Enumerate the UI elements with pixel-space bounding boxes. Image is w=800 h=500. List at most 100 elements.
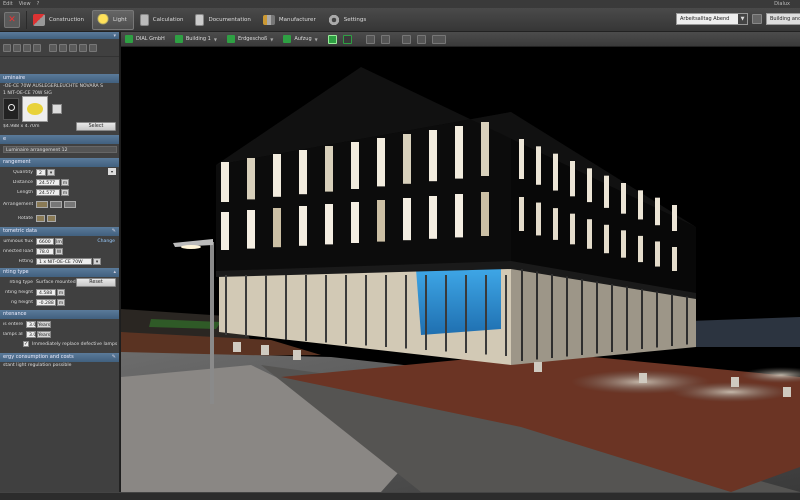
- breadcrumb-room[interactable]: Aufzug ▼: [283, 35, 318, 43]
- tab-documentation[interactable]: Documentation: [191, 10, 256, 30]
- section-arrangement[interactable]: rangement: [0, 158, 119, 167]
- wand-icon[interactable]: [49, 43, 57, 52]
- view-3d-icon[interactable]: [327, 34, 337, 44]
- mullion: [325, 275, 327, 343]
- light-scene-select[interactable]: Arbeitsalltag Abend ▼: [676, 13, 748, 25]
- building-and-button[interactable]: Building and: [766, 13, 800, 25]
- section-name[interactable]: e: [0, 135, 119, 144]
- pan-icon[interactable]: [401, 34, 411, 44]
- section-mounting[interactable]: nting type ▴: [0, 268, 119, 277]
- tab-calculation[interactable]: Calculation: [136, 10, 190, 30]
- menu-item-help[interactable]: ?: [37, 1, 40, 7]
- mullion: [485, 275, 487, 355]
- window: [536, 146, 541, 185]
- tab-settings[interactable]: Settings: [324, 10, 373, 30]
- chevron-down-icon[interactable]: ▼: [270, 37, 273, 42]
- quantity-stepper[interactable]: ▾: [47, 168, 55, 176]
- chevron-down-icon[interactable]: ▾: [93, 257, 101, 265]
- mount-height-label: nting height: [5, 289, 33, 295]
- breadcrumb-floor[interactable]: Erdgeschoß ▼: [226, 35, 273, 43]
- lamps-input[interactable]: 3.0: [26, 330, 36, 338]
- bollard: [731, 377, 739, 387]
- length-input[interactable]: 24.577: [36, 188, 60, 196]
- pin-icon[interactable]: ▴: [113, 269, 116, 275]
- chevron-down-icon[interactable]: ▼: [214, 37, 217, 42]
- pin-icon[interactable]: ✎: [112, 354, 116, 360]
- window: [621, 183, 626, 214]
- luminaire-preview-row: [0, 96, 119, 122]
- arrangement-option-1[interactable]: [36, 200, 48, 208]
- chevron-down-icon[interactable]: ▼: [738, 14, 747, 24]
- arrange-field-icon[interactable]: [69, 43, 77, 52]
- grid-icon[interactable]: [13, 43, 21, 52]
- rotate-option-1[interactable]: [36, 214, 45, 222]
- interval-input[interactable]: 3.0: [26, 320, 36, 328]
- tab-light[interactable]: Light: [92, 9, 134, 30]
- arrange-line-icon[interactable]: [59, 43, 67, 52]
- rotate-row: Rotate: [0, 211, 119, 225]
- zoom-window-icon[interactable]: [380, 34, 390, 44]
- bollard: [261, 345, 269, 355]
- street-lamp-pole: [210, 242, 214, 404]
- mullion: [521, 269, 523, 361]
- window: [325, 146, 333, 192]
- section-photometric-title: tometric data: [3, 228, 37, 234]
- window: [587, 219, 592, 249]
- chevron-down-icon[interactable]: ▼: [315, 37, 318, 42]
- flux-input[interactable]: 6600: [36, 237, 54, 245]
- ceiling-height-input[interactable]: -0.288: [36, 298, 56, 306]
- photometry-icon[interactable]: [52, 104, 62, 114]
- view-plan-icon[interactable]: [342, 34, 352, 44]
- mount-height-input[interactable]: 4.588: [36, 288, 56, 296]
- tab-manufacturer[interactable]: Manufacturer: [259, 10, 322, 30]
- window: [481, 122, 489, 176]
- section-maintenance[interactable]: ntenance: [0, 310, 119, 319]
- length-row: Length 24.577 m: [0, 187, 119, 197]
- zoom-fit-icon[interactable]: [365, 34, 375, 44]
- menu-item-edit[interactable]: Edit: [3, 1, 13, 7]
- pin-icon[interactable]: ▾: [113, 33, 116, 39]
- measure-icon[interactable]: [431, 34, 446, 44]
- breadcrumb-project[interactable]: DIAL GmbH: [125, 35, 165, 43]
- section-luminaire[interactable]: uminaire: [0, 74, 119, 83]
- mounting-type-label: nting type: [9, 279, 33, 285]
- expand-icon[interactable]: ▾: [108, 168, 116, 175]
- arrow-icon[interactable]: [3, 43, 11, 52]
- section-energy[interactable]: ergy consumption and costs ✎: [0, 353, 119, 362]
- dots-icon[interactable]: [33, 43, 41, 52]
- arrange-point-icon[interactable]: [89, 43, 97, 52]
- arrangement-option-2[interactable]: [50, 200, 62, 208]
- fitting-select[interactable]: 1 x NIT-OE-CE 70W: [36, 257, 92, 265]
- select-luminaire-button[interactable]: Select: [76, 121, 116, 131]
- rotate-view-icon[interactable]: [416, 34, 426, 44]
- mullion: [425, 275, 427, 350]
- section-photometric[interactable]: tometric data ✎: [0, 227, 119, 236]
- 3d-viewport[interactable]: [121, 47, 800, 492]
- rotate-option-2[interactable]: [47, 214, 56, 222]
- arrangement-name-input[interactable]: Luminaire arrangement 12: [3, 146, 117, 153]
- load-input[interactable]: 78.0: [36, 247, 54, 255]
- arrangement-option-3[interactable]: [64, 200, 76, 208]
- window: [604, 175, 609, 208]
- change-link[interactable]: Change: [97, 239, 115, 244]
- menu-item-view[interactable]: View: [19, 1, 31, 7]
- window: [273, 208, 281, 248]
- move-icon[interactable]: [23, 43, 31, 52]
- replace-checkbox[interactable]: ✓: [23, 341, 29, 347]
- quantity-input[interactable]: 2: [36, 168, 46, 176]
- window-icon[interactable]: [752, 14, 762, 24]
- replace-row: ✓ Immediately replace defective lamps: [0, 339, 119, 349]
- mullion: [596, 281, 598, 354]
- flux-label: uminous flux: [3, 238, 33, 244]
- ceiling-height-unit: m: [57, 298, 65, 306]
- section-name-title: e: [3, 136, 7, 142]
- distance-input[interactable]: 24.577: [36, 178, 60, 186]
- close-project-icon[interactable]: ✕: [4, 11, 20, 28]
- window: [221, 212, 229, 250]
- tab-construction[interactable]: Construction: [29, 10, 90, 30]
- arrange-circle-icon[interactable]: [79, 43, 87, 52]
- breadcrumb-building[interactable]: Building 1 ▼: [174, 35, 217, 43]
- reset-button[interactable]: Reset: [76, 277, 116, 287]
- pin-icon[interactable]: ✎: [112, 228, 116, 234]
- window: [655, 241, 660, 267]
